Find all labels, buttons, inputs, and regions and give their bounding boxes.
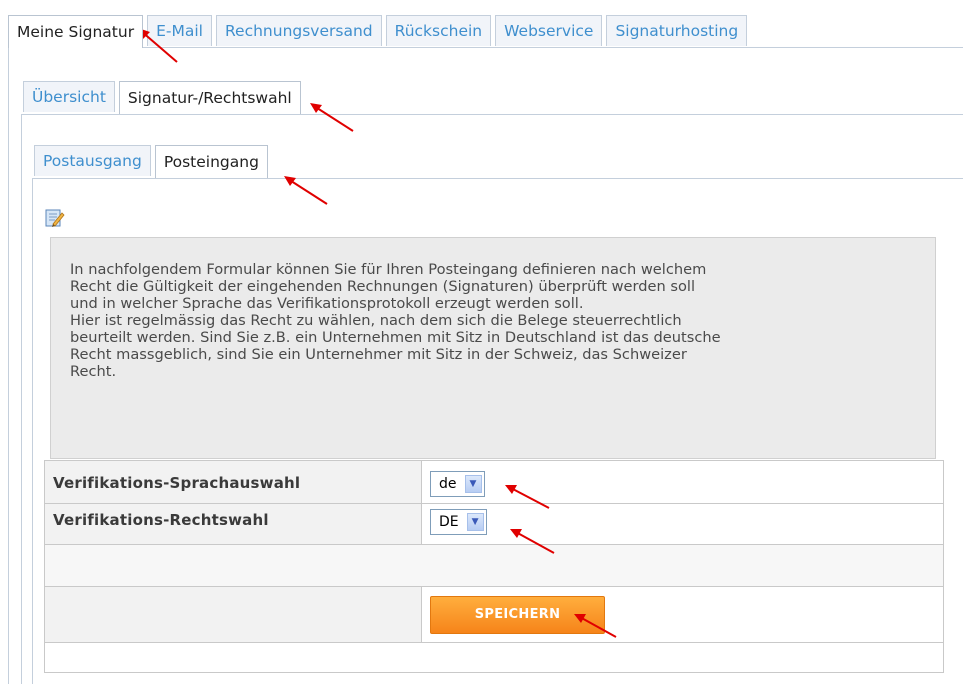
chevron-down-icon[interactable]: ▼ [466,513,484,531]
tab-webservice[interactable]: Webservice [495,15,603,46]
law-label: Verifikations-Rechtswahl [44,503,422,545]
chevron-down-icon[interactable]: ▼ [464,475,482,493]
language-select[interactable]: de ▼ [430,471,485,497]
button-row-label [44,586,422,643]
settings-form: Verifikations-Sprachauswahl de ▼ Verifik… [44,460,944,673]
info-text: In nachfolgendem Formular können Sie für… [70,261,721,380]
law-select[interactable]: DE ▼ [430,509,487,535]
tab-meine-signatur[interactable]: Meine Signatur [8,15,144,48]
law-select-value: DE [439,514,459,530]
language-label: Verifikations-Sprachauswahl [44,460,422,504]
red-arrow [310,103,354,132]
red-arrow [574,614,617,638]
inner-tab-bar: Postausgang Posteingang [34,145,272,178]
language-cell: de ▼ [421,460,944,504]
info-box: In nachfolgendem Formular können Sie für… [50,237,936,459]
footer-row [44,642,944,673]
tab-rueckschein[interactable]: Rückschein [385,15,492,46]
edit-note-icon [44,207,66,229]
language-select-value: de [439,476,457,492]
button-cell: SPEICHERN [421,586,944,643]
tab-uebersicht[interactable]: Übersicht [23,81,115,112]
tab-posteingang[interactable]: Posteingang [154,145,268,178]
tab-postausgang[interactable]: Postausgang [34,145,151,176]
tab-signatur-rechtswahl[interactable]: Signatur-/Rechtswahl [118,81,301,114]
sub-tab-bar: Übersicht Signatur-/Rechtswahl [23,81,305,114]
red-arrow [284,176,328,205]
red-arrow [510,529,555,554]
tab-signaturhosting[interactable]: Signaturhosting [606,15,748,46]
law-cell: DE ▼ [421,503,944,545]
top-tab-bar: Meine Signatur E-Mail Rechnungsversand R… [8,15,751,48]
spacer-row [44,544,944,587]
red-arrow [505,485,550,509]
tab-rechnungsversand[interactable]: Rechnungsversand [215,15,382,46]
